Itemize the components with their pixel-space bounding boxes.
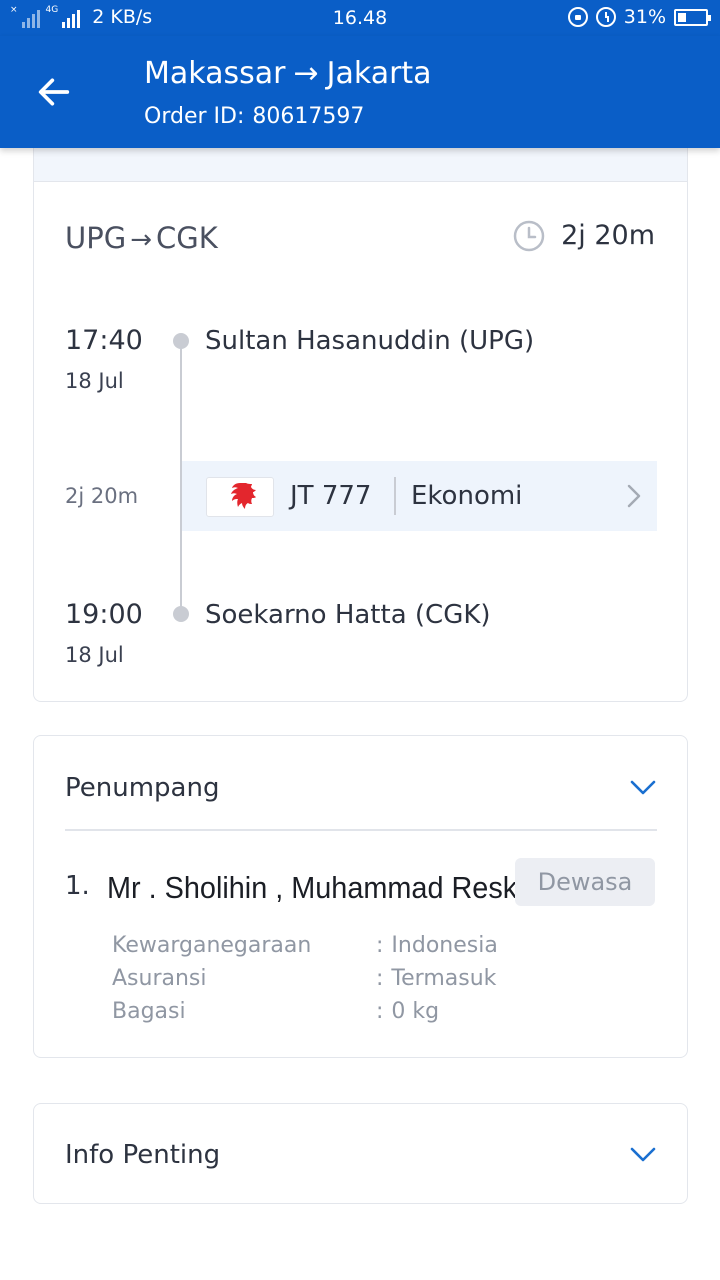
lion-air-logo-icon	[231, 483, 256, 509]
card-top-strip	[34, 148, 687, 182]
flight-row-divider	[394, 477, 396, 515]
important-info-expand-chevron-icon[interactable]	[629, 1145, 657, 1165]
app-bar: Makassar → Jakarta Order ID: 80617597	[0, 36, 720, 148]
important-info-card[interactable]: Info Penting	[33, 1103, 688, 1204]
flight-number: JT 777	[290, 481, 372, 511]
passenger-type-badge: Dewasa	[515, 858, 655, 906]
departure-time: 17:40	[65, 325, 143, 356]
airline-logo	[206, 477, 274, 517]
page-title: Makassar → Jakarta	[144, 54, 432, 94]
baggage-value: 0 kg	[391, 999, 440, 1024]
route-codes: UPG → CGK	[65, 218, 218, 260]
timeline-dot-arrival	[173, 606, 189, 622]
arrival-date: 18 Jul	[65, 643, 124, 667]
detail-label-insurance: Asuransi	[112, 966, 207, 991]
detail-value-nationality: : Indonesia	[376, 933, 498, 958]
alarm-icon	[595, 7, 616, 27]
important-info-title: Info Penting	[65, 1140, 221, 1170]
flight-segment-row[interactable]: JT 777 Ekonomi	[182, 461, 657, 531]
battery-percent: 31%	[623, 6, 666, 28]
order-id-line: Order ID: 80617597	[144, 102, 364, 132]
status-bar: × 4G 2 KB/s 16.48 31%	[0, 0, 720, 36]
order-id-value: 80617597	[252, 104, 365, 129]
total-duration: 2j 20m	[513, 216, 655, 256]
battery-icon	[674, 8, 711, 26]
detail-label-baggage: Bagasi	[112, 999, 186, 1024]
route-arrow: →	[130, 225, 152, 255]
arrow-left-icon	[38, 78, 70, 106]
total-duration-value: 2j 20m	[561, 220, 655, 251]
flight-detail-card: UPG → CGK 2j 20m 17:40 18 Jul Sultan Hasan…	[33, 148, 688, 702]
detail-label-nationality: Kewarganegaraan	[112, 933, 312, 958]
arrival-airport: Soekarno Hatta (CGK)	[205, 600, 491, 630]
passenger-divider	[65, 829, 657, 831]
chevron-right-icon	[627, 484, 641, 508]
passenger-expand-chevron-icon[interactable]	[629, 778, 657, 798]
nationality-value: Indonesia	[391, 933, 498, 958]
segment-duration: 2j 20m	[65, 484, 139, 508]
rotation-lock-icon	[567, 7, 588, 27]
origin-city: Makassar	[144, 56, 286, 91]
arrival-time: 19:00	[65, 599, 143, 630]
detail-value-insurance: : Termasuk	[376, 966, 497, 991]
back-button[interactable]	[30, 68, 86, 118]
passenger-card: Penumpang 1. Mr . Sholihin , Muhammad Re…	[33, 735, 688, 1058]
cabin-class: Ekonomi	[411, 481, 523, 511]
passenger-section-title: Penumpang	[65, 773, 220, 803]
destination-code: CGK	[155, 221, 218, 255]
order-id-label: Order ID:	[144, 104, 245, 129]
passenger-name: Mr . Sholihin , Muhammad Reski	[107, 870, 524, 905]
departure-airport: Sultan Hasanuddin (UPG)	[205, 326, 535, 356]
clock-icon	[513, 220, 545, 252]
departure-date: 18 Jul	[65, 369, 124, 393]
insurance-value: Termasuk	[391, 966, 497, 991]
title-arrow: →	[293, 56, 319, 91]
status-right: 31%	[567, 6, 711, 28]
timeline-dot-departure	[173, 333, 189, 349]
passenger-number: 1.	[65, 871, 90, 901]
destination-city: Jakarta	[326, 56, 432, 91]
battery-fill	[678, 12, 686, 22]
origin-code: UPG	[65, 221, 127, 255]
detail-value-baggage: :0 kg	[376, 999, 440, 1024]
